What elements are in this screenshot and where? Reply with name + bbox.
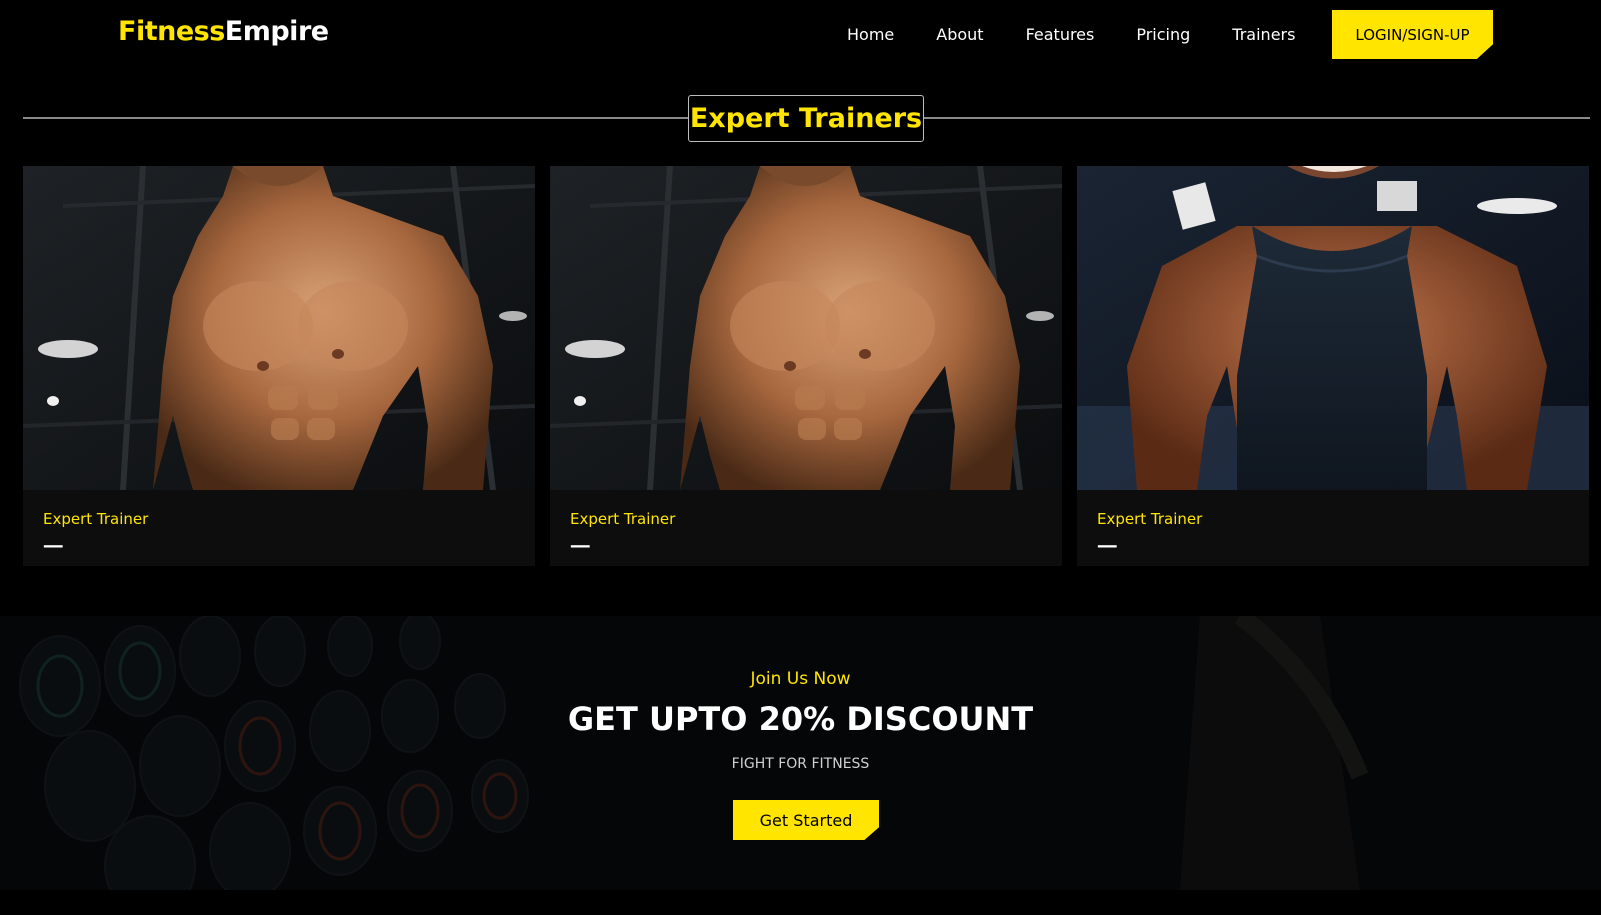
page: FitnessEmpire Home About Features Pricin…: [0, 0, 1601, 915]
nav-links: Home About Features Pricing Trainers: [847, 10, 1337, 59]
trainer-role-2: Expert Trainer: [570, 510, 676, 528]
nav-link-pricing[interactable]: Pricing: [1136, 25, 1190, 44]
trainer-info-1: Expert Trainer ----: [23, 490, 535, 566]
logo-part-empire: Empire: [224, 16, 329, 47]
join-section: Join Us Now GET UPTO 20% DISCOUNT FIGHT …: [0, 616, 1601, 890]
trainer-info-2: Expert Trainer ----: [550, 490, 1062, 566]
trainer-role-3: Expert Trainer: [1097, 510, 1203, 528]
trainer-card-1[interactable]: Expert Trainer ----: [23, 166, 535, 566]
logo[interactable]: FitnessEmpire: [118, 16, 329, 47]
trainer-name-1: ----: [43, 536, 64, 555]
dumbbell-rack-background: [0, 616, 1601, 890]
discount-headline: GET UPTO 20% DISCOUNT: [567, 700, 1034, 738]
nav-link-trainers[interactable]: Trainers: [1232, 25, 1295, 44]
navbar: FitnessEmpire Home About Features Pricin…: [0, 0, 1601, 70]
trainer-info-3: Expert Trainer ----: [1077, 490, 1589, 566]
section-title: Expert Trainers: [688, 95, 924, 142]
login-signup-button[interactable]: LOGIN/SIGN-UP: [1332, 10, 1493, 59]
trainer-photo-1: [23, 166, 535, 490]
trainer-role-1: Expert Trainer: [43, 510, 149, 528]
join-kicker: Join Us Now: [750, 669, 851, 689]
nav-link-about[interactable]: About: [936, 25, 983, 44]
trainer-card-3[interactable]: Expert Trainer ----: [1077, 166, 1589, 566]
trainer-photo-3: [1077, 166, 1589, 490]
get-started-button[interactable]: Get Started: [733, 800, 879, 840]
trainer-card-2[interactable]: Expert Trainer ----: [550, 166, 1062, 566]
trainer-name-3: ----: [1097, 536, 1118, 555]
nav-link-home[interactable]: Home: [847, 25, 894, 44]
fight-subline: FIGHT FOR FITNESS: [731, 756, 870, 772]
trainer-photo-2: [550, 166, 1062, 490]
nav-link-features[interactable]: Features: [1026, 25, 1095, 44]
trainer-name-2: ----: [570, 536, 591, 555]
logo-part-fitness: Fitness: [118, 16, 225, 47]
